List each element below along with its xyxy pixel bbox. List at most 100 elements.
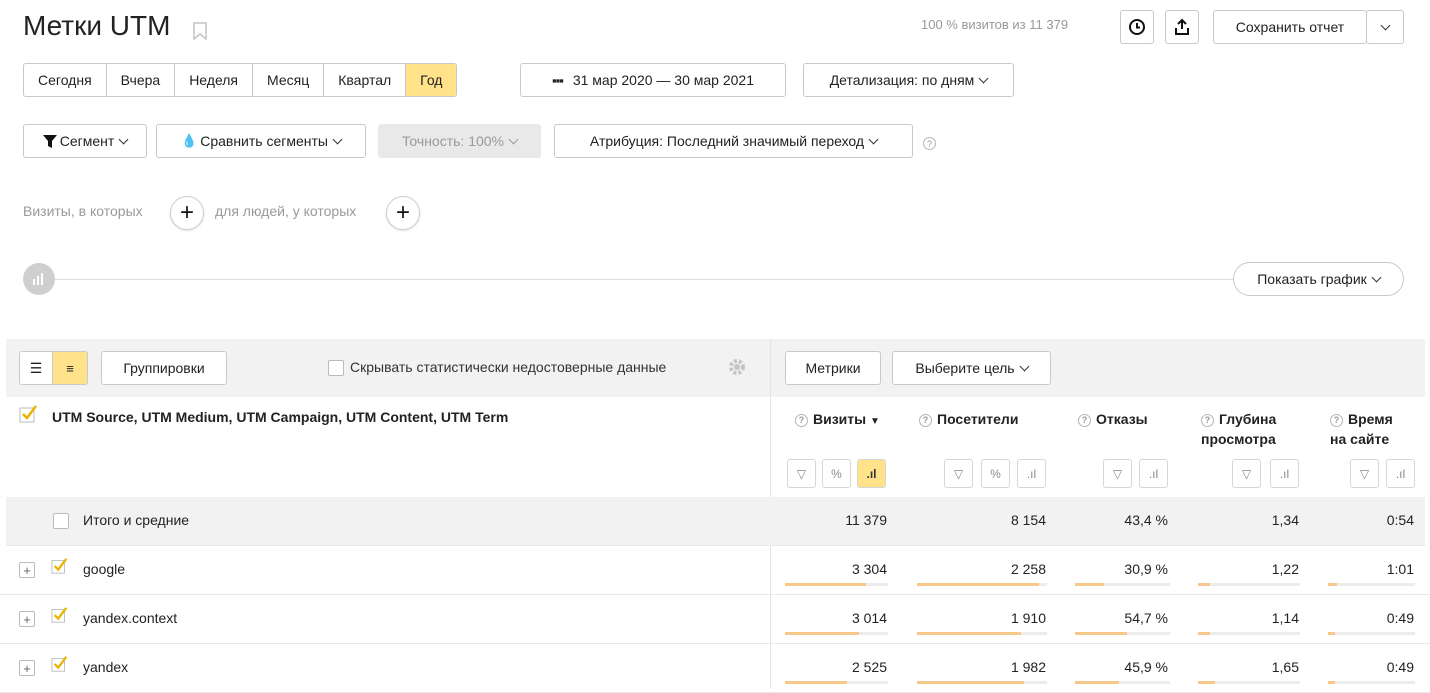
attribution-label: Атрибуция: Последний значимый переход [589, 133, 865, 149]
row-depth: 1,65 [1271, 659, 1299, 675]
groupings-button[interactable]: Группировки [101, 351, 227, 385]
save-report-dropdown[interactable] [1366, 10, 1404, 44]
metrics-label: Метрики [805, 360, 861, 376]
list-view-icon[interactable]: ☰ [20, 352, 54, 384]
metrics-button[interactable]: Метрики [785, 351, 881, 385]
time-bars-icon[interactable]: .ıl [1386, 459, 1415, 488]
accuracy-dropdown[interactable]: Точность: 100% [378, 124, 541, 158]
share-bar [1198, 632, 1210, 635]
share-bar-track [1198, 583, 1300, 586]
period-5[interactable]: Год [406, 64, 457, 96]
bounces-filter-icon[interactable]: ▽ [1103, 459, 1132, 488]
column-visitors[interactable]: ? Посетители [919, 409, 1018, 429]
row-visitors: 1 982 [1010, 659, 1046, 675]
gear-icon[interactable] [727, 357, 747, 377]
share-bar [1198, 583, 1211, 586]
share-bar-track [1328, 681, 1415, 684]
help-icon[interactable]: ? [919, 413, 932, 427]
row-label[interactable]: google [83, 561, 125, 577]
segment-dropdown[interactable]: Сегмент [23, 124, 147, 158]
period-3[interactable]: Месяц [253, 64, 325, 96]
expand-icon[interactable]: + [19, 611, 35, 627]
help-icon[interactable]: ? [795, 413, 808, 427]
row-depth: 1,14 [1271, 610, 1299, 626]
add-people-condition-button[interactable]: + [386, 196, 420, 230]
column-bounces[interactable]: ? Отказы [1078, 409, 1148, 429]
visits-filter-icon[interactable]: ▽ [787, 459, 816, 488]
column-time-label-2: на сайте [1330, 431, 1390, 447]
period-0[interactable]: Сегодня [24, 64, 107, 96]
column-time[interactable]: ? Время на сайте [1330, 409, 1393, 449]
row-visits: 3 304 [851, 561, 887, 577]
expand-icon[interactable]: + [19, 562, 35, 578]
depth-bars-icon[interactable]: .ıl [1270, 459, 1299, 488]
table-row[interactable]: + google 3 304 2 258 30,9 % 1,22 1:01 [0, 546, 1430, 595]
detail-dropdown[interactable]: Детализация: по дням [803, 63, 1014, 97]
expand-icon[interactable]: + [19, 660, 35, 676]
row-label[interactable]: yandex.context [83, 610, 177, 626]
chevron-down-icon [1371, 272, 1382, 282]
chevron-down-icon [1019, 361, 1030, 371]
date-range-button[interactable]: ▪▪▪ 31 мар 2020 — 30 мар 2021 [520, 63, 786, 97]
help-icon[interactable]: ? [1330, 413, 1343, 427]
tree-view-icon[interactable]: ≡ [53, 352, 87, 384]
help-icon[interactable]: ? [923, 137, 936, 150]
chevron-down-icon [332, 134, 343, 144]
compare-segments-dropdown[interactable]: 💧 Сравнить сегменты [156, 124, 366, 158]
row-checkbox-icon[interactable] [51, 557, 69, 575]
row-time: 0:49 [1386, 610, 1414, 626]
totals-checkbox[interactable] [53, 513, 69, 529]
hide-unreliable-checkbox[interactable] [328, 360, 344, 376]
column-time-label-1: Время [1348, 411, 1393, 427]
bookmark-icon[interactable] [193, 22, 207, 40]
attribution-dropdown[interactable]: Атрибуция: Последний значимый переход [554, 124, 913, 158]
period-2[interactable]: Неделя [175, 64, 254, 96]
save-report-label: Сохранить отчет [1235, 19, 1345, 35]
help-icon[interactable]: ? [1201, 413, 1214, 427]
table-row[interactable]: + yandex.context 3 014 1 910 54,7 % 1,14… [0, 595, 1430, 644]
save-report-button[interactable]: Сохранить отчет [1213, 10, 1367, 44]
share-bar [1075, 583, 1105, 586]
share-bar [1328, 632, 1336, 635]
history-button[interactable] [1120, 10, 1154, 44]
chart-icon[interactable] [23, 263, 55, 295]
chevron-down-icon [978, 73, 989, 83]
share-bar [917, 632, 1021, 635]
show-chart-label: Показать график [1257, 271, 1367, 287]
period-selector: Сегодня Вчера Неделя Месяц Квартал Год [23, 63, 458, 97]
row-label[interactable]: yandex [83, 659, 128, 675]
choose-goal-dropdown[interactable]: Выберите цель [892, 351, 1051, 385]
visits-percent-icon[interactable]: % [822, 459, 851, 488]
column-visitors-label: Посетители [937, 411, 1019, 427]
compare-icon: 💧 [181, 133, 198, 148]
help-icon[interactable]: ? [1078, 413, 1091, 427]
bounces-bars-icon[interactable]: .ıl [1139, 459, 1168, 488]
period-1[interactable]: Вчера [106, 64, 176, 96]
add-visit-condition-button[interactable]: + [170, 196, 204, 230]
visitors-percent-icon[interactable]: % [981, 459, 1010, 488]
visitors-bars-icon[interactable]: .ıl [1017, 459, 1046, 488]
table-row[interactable]: + yandex 2 525 1 982 45,9 % 1,65 0:49 [0, 644, 1430, 693]
hide-unreliable-label: Скрывать статистически недостоверные дан… [350, 359, 667, 375]
depth-filter-icon[interactable]: ▽ [1232, 459, 1261, 488]
column-depth[interactable]: ? Глубина просмотра [1201, 409, 1276, 449]
totals-label: Итого и средние [83, 512, 190, 528]
share-bar [785, 632, 859, 635]
filter-icon [42, 134, 57, 148]
visits-bars-icon[interactable]: .ıl [857, 459, 886, 488]
divider [55, 279, 1235, 280]
row-bounces: 54,7 % [1124, 610, 1168, 626]
chevron-down-icon [508, 134, 519, 144]
show-chart-button[interactable]: Показать график [1233, 262, 1404, 296]
export-button[interactable] [1165, 10, 1199, 44]
visitors-filter-icon[interactable]: ▽ [944, 459, 973, 488]
column-depth-label-1: Глубина [1219, 411, 1277, 427]
row-checkbox-icon[interactable] [51, 655, 69, 673]
row-checkbox-icon[interactable] [51, 606, 69, 624]
column-visits[interactable]: ? Визиты ▼ [795, 409, 880, 432]
chevron-down-icon [868, 134, 879, 144]
period-4[interactable]: Квартал [324, 64, 407, 96]
time-filter-icon[interactable]: ▽ [1350, 459, 1379, 488]
dimension-checkbox-icon[interactable] [19, 404, 39, 424]
chevron-down-icon [1380, 20, 1390, 30]
